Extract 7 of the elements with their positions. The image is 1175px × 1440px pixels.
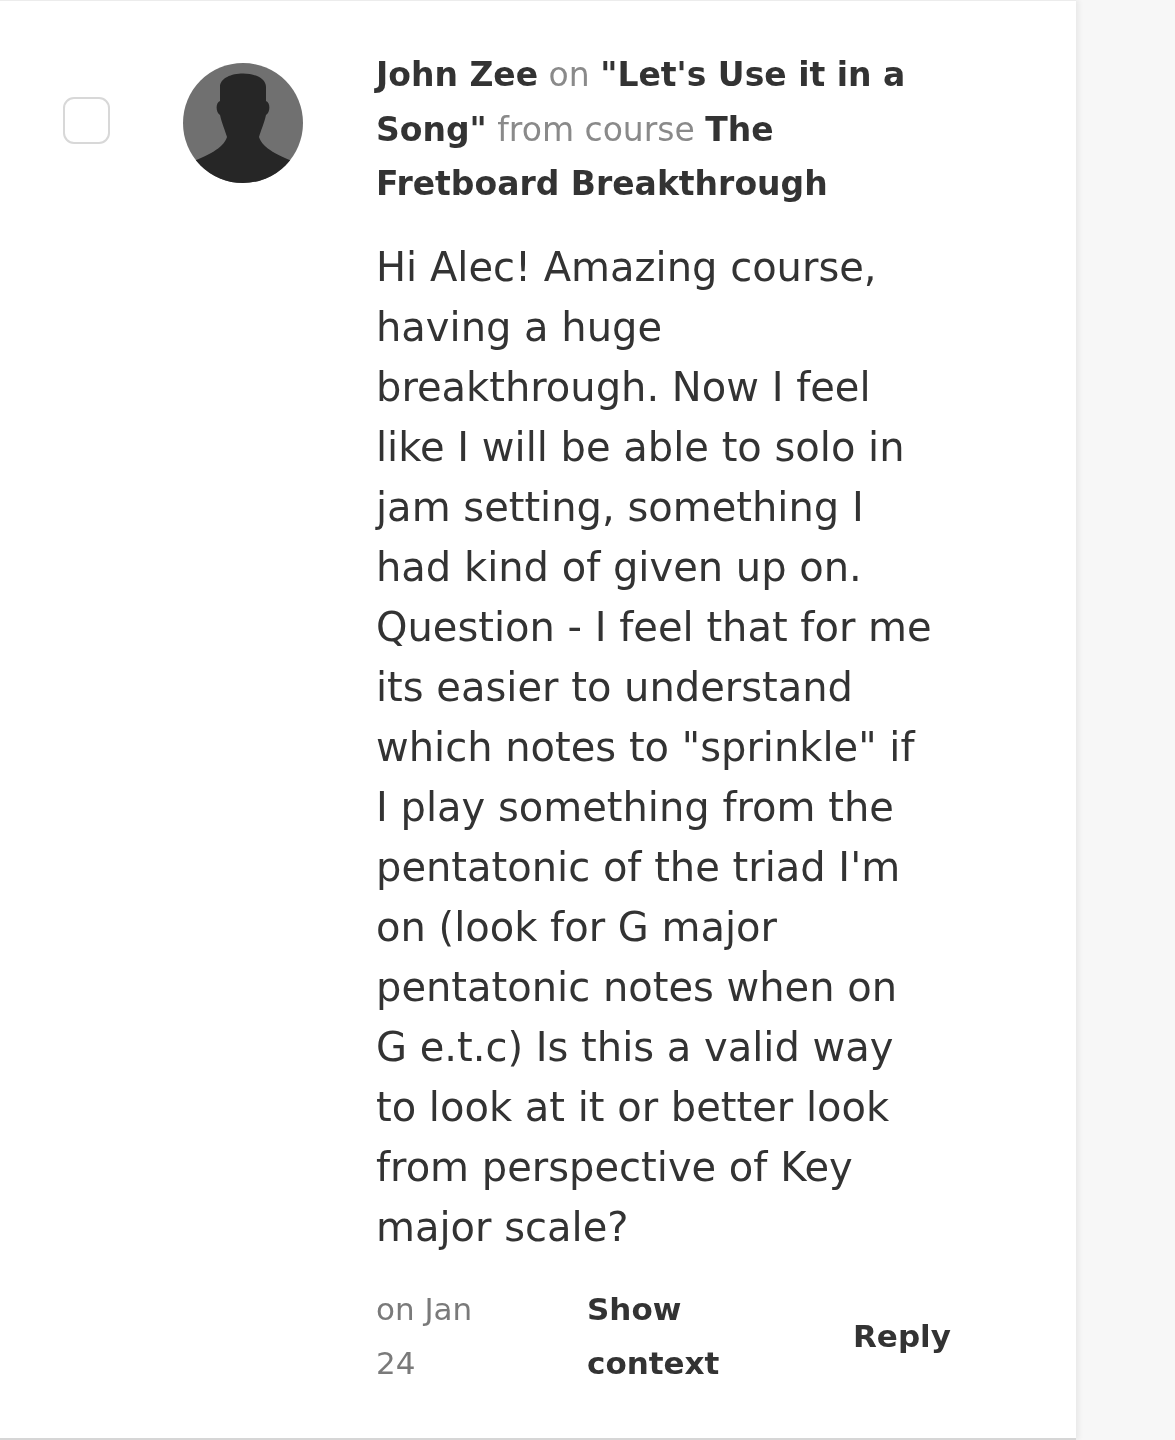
comment-text: Hi Alec! Amazing course, having a huge breakthrough. Now I feel like I will be able to solo in jam setting, something I had kind of given up on. Question - I feel that for me its easier to understand which notes to "sprinkle" if I play something from the pentatonic of the triad I'm on (look for G major pentatonic notes when on G e.t.c) Is this a valid way to look at it or better look from perspective of Key major scale? xyxy=(376,242,933,1252)
comment-header: John Zee on "Let's Use it in a Song" from course The Fretboard Breakthrough xyxy=(376,54,907,205)
select-checkbox[interactable] xyxy=(63,97,110,144)
comment-date: on Jan 24 xyxy=(376,1289,474,1383)
avatar-silhouette-icon xyxy=(183,63,303,183)
reply-button[interactable]: Reply xyxy=(853,1308,951,1363)
show-context-link[interactable]: Show context xyxy=(587,1281,747,1390)
